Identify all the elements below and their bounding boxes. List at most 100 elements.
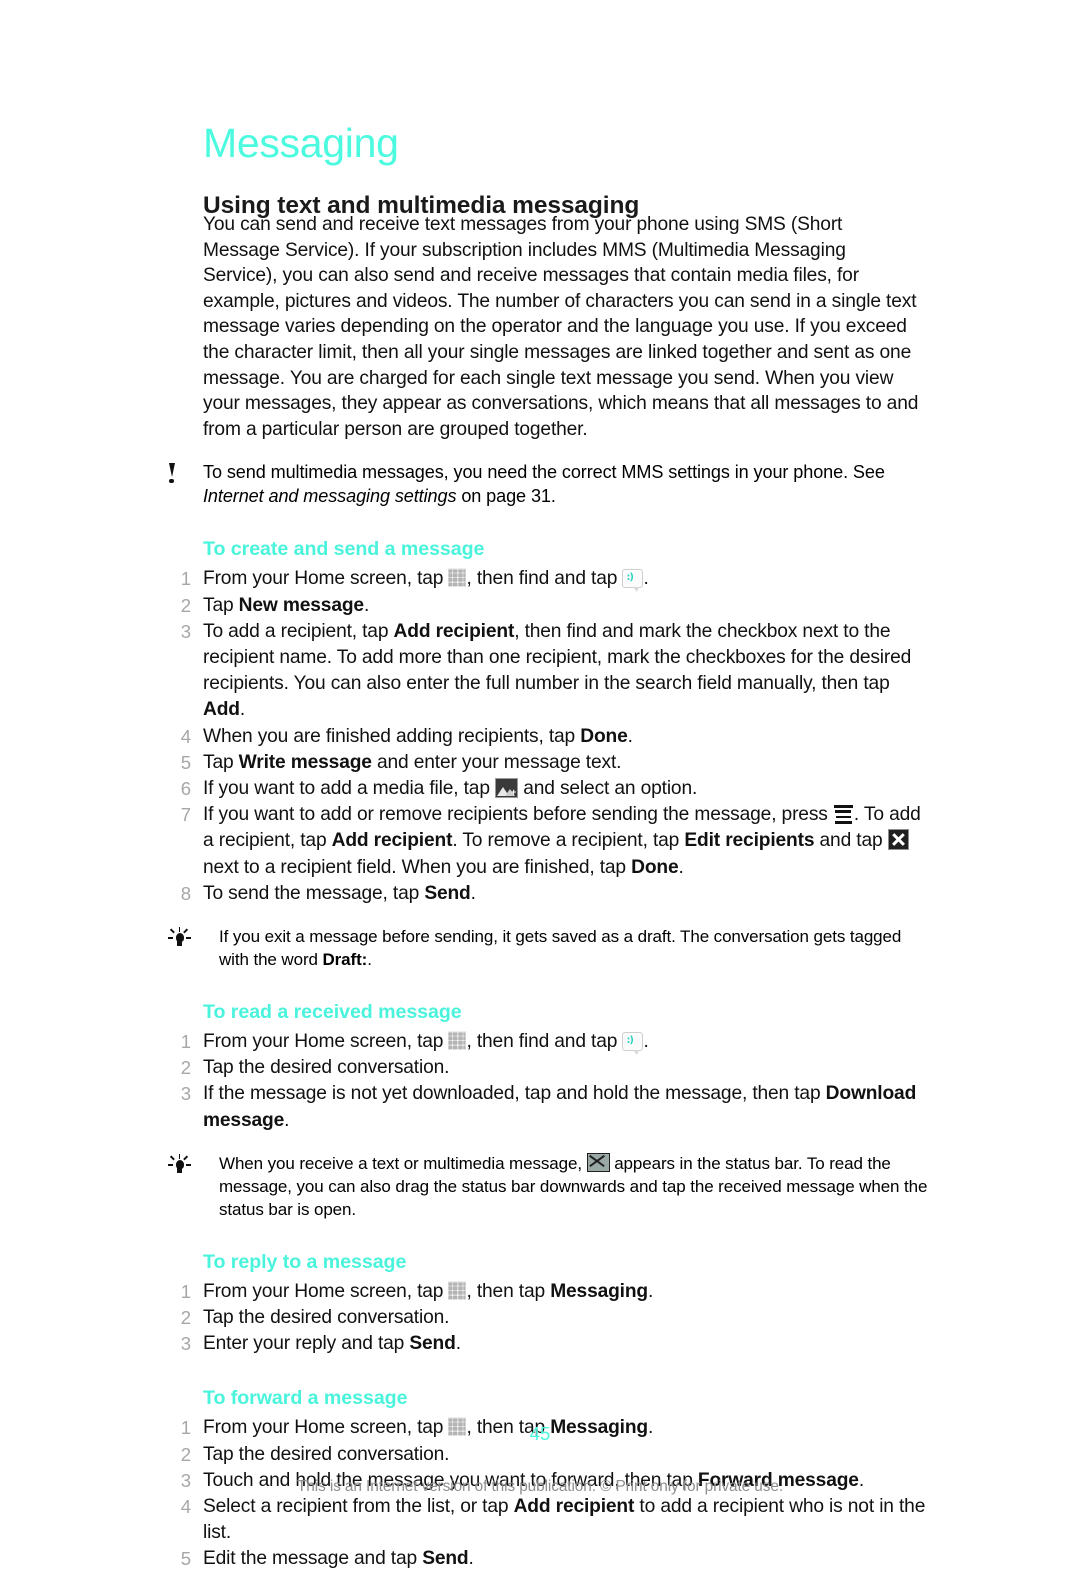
text-run: . (367, 949, 372, 969)
step-number: 3 (180, 620, 191, 642)
step-item: 1 From your Home screen, tap , then tap M… (168, 1279, 928, 1305)
text-run: From your Home screen, tap (203, 568, 449, 590)
note-text-before: To send multimedia messages, you need th… (203, 462, 885, 483)
ui-label: Send (422, 1548, 469, 1570)
text-run: Enter your reply and tap (203, 1333, 410, 1355)
procedure-title: To reply to a message (203, 1250, 407, 1273)
text-run: . (643, 568, 649, 590)
procedure-title: To forward a message (203, 1387, 408, 1410)
text-run: . (678, 856, 684, 878)
note-text-after: on page 31. (456, 486, 556, 507)
ui-label: Write message (238, 751, 372, 773)
text-run: . (284, 1109, 290, 1131)
step-text: Tap the desired conversation. (203, 1307, 449, 1328)
step-number: 2 (180, 1307, 191, 1328)
step-item: 3 To add a recipient, tap Add recipient, … (168, 619, 928, 724)
step-item: 1 From your Home screen, tap , then find … (168, 566, 928, 593)
ui-label: Done (580, 725, 628, 747)
note-italic-reference: Internet and messaging settings (203, 486, 457, 507)
text-run: Tap (203, 594, 239, 616)
step-text: To send the message, tap Send. (203, 883, 476, 904)
step-number: 2 (180, 1443, 191, 1465)
step-number: 1 (180, 1280, 191, 1302)
text-run: and tap (814, 830, 888, 852)
step-text: Tap Write message and enter your message… (203, 752, 621, 773)
step-number: 6 (180, 777, 191, 799)
step-number: 1 (180, 1030, 191, 1052)
tip-draft: If you exit a message before sending, it… (168, 925, 928, 971)
step-number: 1 (180, 568, 191, 590)
step-text: Edit the message and tap Send. (203, 1548, 474, 1569)
app-drawer-grid-icon (448, 1030, 467, 1050)
step-text: If you want to add a media file, tap + a… (203, 777, 697, 799)
step-item: 1 From your Home screen, tap , then find … (168, 1029, 928, 1055)
ui-label: Edit recipients (684, 830, 815, 852)
step-number: 4 (180, 1496, 191, 1518)
text-run: Tap the desired conversation. (203, 1307, 450, 1328)
text-run: When you are finished adding recipients,… (203, 725, 581, 747)
ui-label: Add recipient (393, 620, 515, 642)
text-run: Tap (203, 751, 239, 773)
lightbulb-icon (168, 925, 211, 954)
step-item: 3 Enter your reply and tap Send. (168, 1331, 928, 1357)
procedure-reply: To reply to a message 1 From your Home sc… (168, 1251, 928, 1358)
messaging-bubble-icon: :) (622, 569, 644, 593)
step-number: 3 (180, 1333, 191, 1355)
procedure-read-received: To read a received message 1 From your Ho… (168, 1001, 928, 1134)
step-text: To add a recipient, tap Add recipient, t… (203, 621, 911, 721)
step-item: 8 To send the message, tap Send. (168, 881, 928, 907)
step-item: 3 If the message is not yet downloaded, t… (168, 1081, 928, 1133)
text-run: . (468, 1548, 474, 1570)
step-text: Enter your reply and tap Send. (203, 1333, 461, 1354)
text-run: . (643, 1030, 649, 1052)
step-text: When you are finished adding recipients,… (203, 726, 633, 747)
step-item: 5 Tap Write message and enter your messag… (168, 750, 928, 776)
picture-media-icon: + (495, 777, 519, 798)
tip-draft-text: If you exit a message before sending, it… (211, 925, 928, 971)
text-run: Edit the message and tap (203, 1548, 423, 1570)
step-text: Select a recipient from the list, or tap… (203, 1496, 925, 1543)
step-text: If you want to add or remove recipients … (203, 804, 921, 877)
text-run: Tap the desired conversation. (203, 1057, 450, 1079)
text-run: When you receive a text or multimedia me… (219, 1153, 587, 1173)
procedure-create-and-send: To create and send a message 1 From your … (168, 538, 928, 907)
text-run: . (239, 699, 246, 721)
step-number: 8 (180, 882, 191, 904)
step-item: 2 Tap the desired conversation. (168, 1055, 928, 1081)
text-run: , then find and tap (466, 568, 623, 590)
step-number: 2 (180, 594, 191, 616)
step-text: If the message is not yet downloaded, ta… (203, 1083, 916, 1130)
step-text: Tap the desired conversation. (203, 1444, 449, 1465)
steps-list: 1 From your Home screen, tap , then find … (168, 566, 928, 907)
ui-label: Add recipient (331, 830, 453, 852)
step-text: Tap New message. (203, 595, 369, 616)
step-number: 5 (180, 751, 191, 773)
menu-icon (833, 805, 854, 824)
step-item: 6 If you want to add a media file, tap + … (168, 776, 928, 802)
text-run: Tap the desired conversation. (203, 1443, 450, 1465)
note-mms-settings: To send multimedia messages, you need th… (168, 460, 928, 508)
step-item: 4 Select a recipient from the list, or ta… (168, 1494, 928, 1546)
text-run: . (363, 594, 370, 616)
tip-status-bar: When you receive a text or multimedia me… (168, 1152, 928, 1221)
step-item: 2 Tap New message. (168, 593, 928, 619)
text-run: If you want to add a media file, tap (203, 777, 496, 799)
ui-label: Send (424, 882, 471, 904)
text-run: From your Home screen, tap (203, 1030, 449, 1052)
exclamation-icon (168, 460, 203, 488)
text-run: , then tap (466, 1280, 551, 1302)
step-item: 5 Edit the message and tap Send. (168, 1546, 928, 1572)
text-run: If you want to add or remove recipients … (203, 804, 833, 826)
text-run: . (648, 1280, 654, 1302)
tip-status-bar-text: When you receive a text or multimedia me… (211, 1152, 928, 1221)
ui-label: Messaging (550, 1280, 648, 1302)
step-text: Tap the desired conversation. (203, 1057, 449, 1078)
steps-list: 1 From your Home screen, tap , then find … (168, 1029, 928, 1134)
text-run: From your Home screen, tap (203, 1280, 449, 1302)
messaging-bubble-icon: :) (622, 1031, 644, 1055)
chapter-title: Messaging (203, 120, 399, 167)
text-run: . To remove a recipient, tap (452, 830, 685, 852)
intro-paragraph: You can send and receive text messages f… (203, 214, 919, 440)
page-number: 45 (529, 1423, 551, 1444)
step-item: 4 When you are finished adding recipients… (168, 724, 928, 750)
